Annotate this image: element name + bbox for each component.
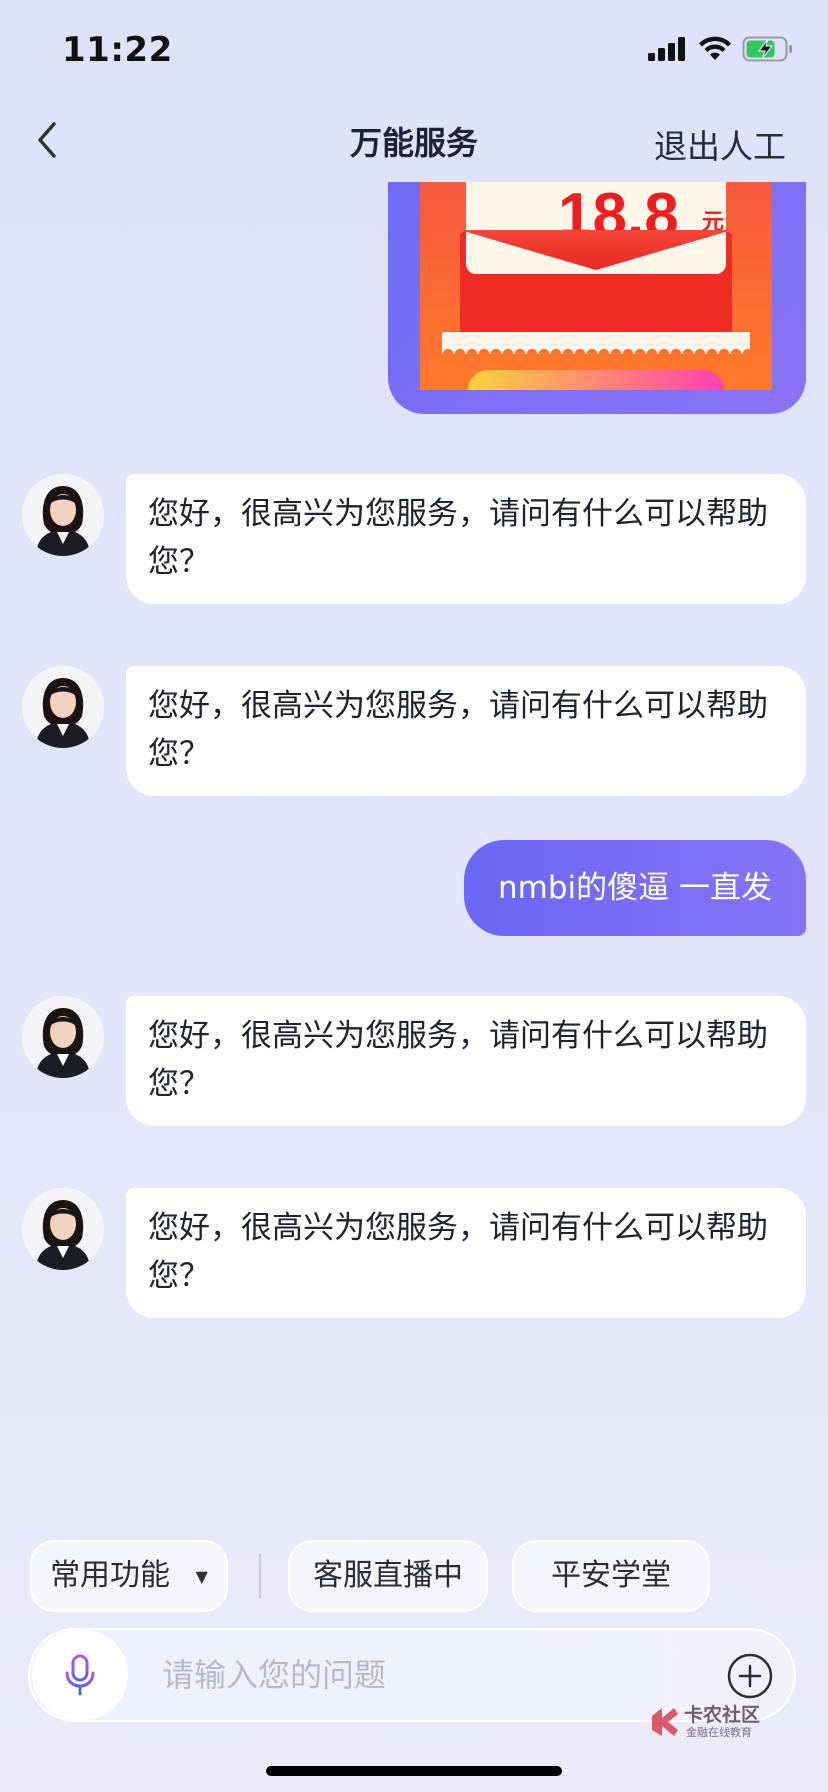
- coupon-button: [468, 370, 724, 390]
- bot-message-bubble: 您好，很高兴为您服务，请问有什么可以帮助您？: [126, 666, 806, 796]
- chip-divider: [259, 1554, 261, 1598]
- red-packet-image: 18.8 元: [420, 182, 772, 390]
- live-service-chip[interactable]: 客服直播中: [288, 1540, 488, 1612]
- exit-human-agent-button[interactable]: 退出人工: [654, 120, 786, 168]
- status-time: 11:22: [62, 30, 173, 70]
- agent-avatar-icon: [22, 474, 104, 556]
- plus-icon[interactable]: [726, 1652, 774, 1700]
- common-functions-label: 常用功能: [50, 1558, 171, 1593]
- watermark-subtitle: 金融在线教育: [686, 1726, 752, 1739]
- status-icons: [648, 36, 794, 62]
- agent-avatar: [22, 666, 104, 748]
- wifi-icon: [699, 36, 731, 60]
- bot-message-bubble: 您好，很高兴为您服务，请问有什么可以帮助您？: [126, 996, 806, 1126]
- question-input[interactable]: [162, 1650, 682, 1700]
- nav-bar: 万能服务 退出人工: [0, 100, 828, 182]
- watermark-title: 卡农社区: [684, 1704, 761, 1726]
- watermark: 卡农社区 金融在线教育: [648, 1700, 798, 1742]
- agent-avatar: [22, 996, 104, 1078]
- agent-avatar-icon: [22, 1188, 104, 1270]
- signal-icon: [648, 37, 685, 61]
- watermark-logo-icon: [652, 1708, 678, 1736]
- battery-charging-icon: [742, 36, 792, 62]
- chat-area[interactable]: 18.8 元 您好，很高兴为您服务，请问有什么可以帮助您？ 您好，很高兴为您服务…: [0, 182, 828, 1522]
- agent-avatar: [22, 474, 104, 556]
- user-message-bubble: nmbi的傻逼 一直发: [464, 840, 806, 936]
- agent-avatar: [22, 1188, 104, 1270]
- status-bar: 11:22: [0, 0, 828, 100]
- voice-button[interactable]: [32, 1630, 128, 1720]
- microphone-icon: [65, 1654, 95, 1696]
- home-indicator: [266, 1766, 562, 1776]
- coupon-edge: [442, 332, 750, 354]
- image-message[interactable]: 18.8 元: [388, 182, 806, 414]
- bot-message-bubble: 您好，很高兴为您服务，请问有什么可以帮助您？: [126, 474, 806, 604]
- bot-message-bubble: 您好，很高兴为您服务，请问有什么可以帮助您？: [126, 1188, 806, 1318]
- agent-avatar-icon: [22, 996, 104, 1078]
- quick-actions-bar: 常用功能 ▼ 客服直播中 平安学堂: [0, 1540, 828, 1614]
- academy-chip[interactable]: 平安学堂: [512, 1540, 710, 1612]
- common-functions-dropdown[interactable]: 常用功能 ▼: [30, 1540, 228, 1612]
- caret-down-icon: ▼: [195, 1566, 208, 1586]
- agent-avatar-icon: [22, 666, 104, 748]
